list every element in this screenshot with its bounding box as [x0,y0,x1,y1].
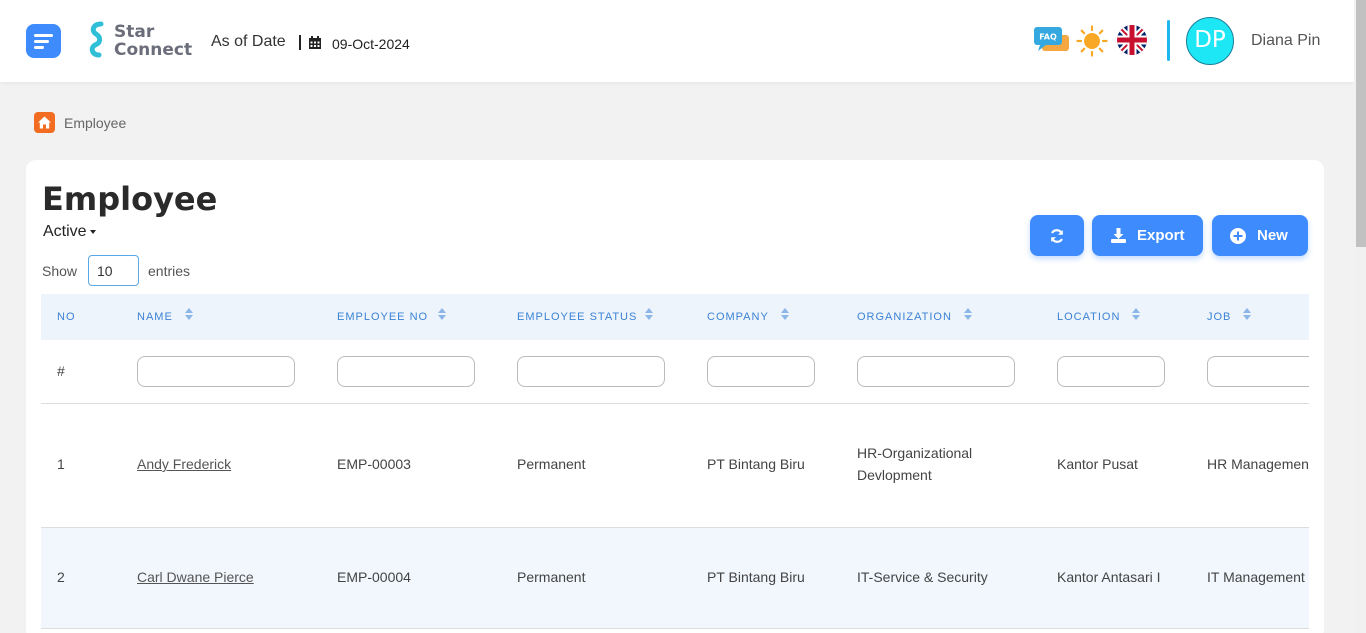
cell-organization-line1: HR-Organizational [857,445,973,461]
entries-per-page-input[interactable] [88,255,139,286]
company-filter-input[interactable] [707,356,815,387]
caret-down-icon [89,229,96,234]
column-header-job[interactable]: JOB [1207,311,1231,323]
as-of-date-label: As of Date [211,33,286,50]
cell-employee-no: EMP-00003 [337,456,411,472]
location-filter-input[interactable] [1057,356,1165,387]
as-of-date-value[interactable]: 09-Oct-2024 [332,36,410,52]
column-header-no: NO [57,311,76,323]
cell-company: PT Bintang Biru [707,569,805,585]
table-header: NO NAME EMPLOYEE NO EMPLOYEE STATUS COMP… [41,294,1309,340]
show-label: Show [42,263,78,279]
calendar-icon [309,36,321,49]
refresh-button[interactable] [1030,215,1084,256]
sort-icon[interactable] [1132,308,1140,320]
sort-icon[interactable] [438,308,446,320]
column-header-company[interactable]: COMPANY [707,311,769,323]
employee-status-filter-input[interactable] [517,356,665,387]
scrollbar-thumb[interactable] [1356,0,1366,247]
status-filter-dropdown[interactable]: Active [43,223,96,241]
cell-organization-line2: Devlopment [857,467,932,483]
sort-icon[interactable] [185,308,193,320]
brand-name-line1: Star [114,22,155,42]
user-name[interactable]: Diana Pin [1251,32,1320,50]
column-header-organization[interactable]: ORGANIZATION [857,311,952,323]
employee-name-link[interactable]: Carl Dwane Pierce [137,566,254,588]
star-connect-logo-icon [89,21,104,58]
employee-card: Employee Active Show entries Export New … [26,160,1324,633]
cell-employee-no: EMP-00004 [337,569,411,585]
column-filter-row: # [41,340,1309,404]
new-button-label: New [1257,227,1288,244]
sort-icon[interactable] [964,308,972,320]
column-header-location[interactable]: LOCATION [1057,311,1120,323]
column-header-employee-status[interactable]: EMPLOYEE STATUS [517,311,637,323]
theme-sun-icon[interactable] [1076,25,1108,57]
cell-employee-status: Permanent [517,569,586,585]
page-scrollbar[interactable] [1354,0,1366,633]
cell-location: Kantor Antasari I [1057,569,1161,585]
table-row: 2 Carl Dwane Pierce EMP-00004 Permanent … [41,528,1309,629]
cell-no: 1 [57,456,65,472]
menu-toggle-button[interactable] [26,24,61,58]
cell-organization-line1: IT-Service & Security [857,569,988,585]
cell-employee-status: Permanent [517,456,586,472]
download-icon [1111,228,1126,243]
faq-icon[interactable]: FAQ [1034,27,1070,55]
page-title: Employee [42,180,218,218]
breadcrumb-home-icon[interactable] [34,112,55,133]
cell-job: HR Managemen [1207,456,1309,472]
cell-location: Kantor Pusat [1057,456,1138,472]
column-header-name[interactable]: NAME [137,311,173,323]
employee-no-filter-input[interactable] [337,356,475,387]
home-icon [38,116,51,129]
sort-icon[interactable] [645,308,653,320]
sort-icon[interactable] [1243,308,1251,320]
sort-icon[interactable] [781,308,789,320]
employee-name-link[interactable]: Andy Frederick [137,453,231,475]
header-divider [1167,20,1170,61]
cell-company: PT Bintang Biru [707,456,805,472]
column-header-employee-no[interactable]: EMPLOYEE NO [337,311,428,323]
filter-row-marker: # [57,363,65,379]
new-button[interactable]: New [1212,215,1308,256]
export-button-label: Export [1137,227,1185,244]
entries-label: entries [148,263,191,279]
plus-circle-icon [1230,228,1246,244]
organization-filter-input[interactable] [857,356,1015,387]
job-filter-input[interactable] [1207,356,1309,387]
cell-no: 2 [57,569,65,585]
name-filter-input[interactable] [137,356,295,387]
user-avatar[interactable]: DP [1186,17,1234,65]
breadcrumb-current: Employee [64,115,127,131]
export-button[interactable]: Export [1092,215,1203,256]
faq-icon-text: FAQ [1039,33,1057,42]
status-filter-label: Active [43,223,87,240]
cell-job: IT Management [1207,569,1305,585]
brand-logo[interactable]: Star Connect [86,20,196,60]
brand-name-line2: Connect [114,40,193,60]
employee-table: NO NAME EMPLOYEE NO EMPLOYEE STATUS COMP… [41,294,1309,633]
refresh-icon [1050,229,1064,243]
as-of-separator [299,35,301,50]
uk-flag-icon[interactable] [1117,25,1147,55]
top-bar: Star Connect As of Date 09-Oct-2024 FAQ [0,0,1354,82]
table-row: 1 Andy Frederick EMP-00003 Permanent PT … [41,404,1309,528]
